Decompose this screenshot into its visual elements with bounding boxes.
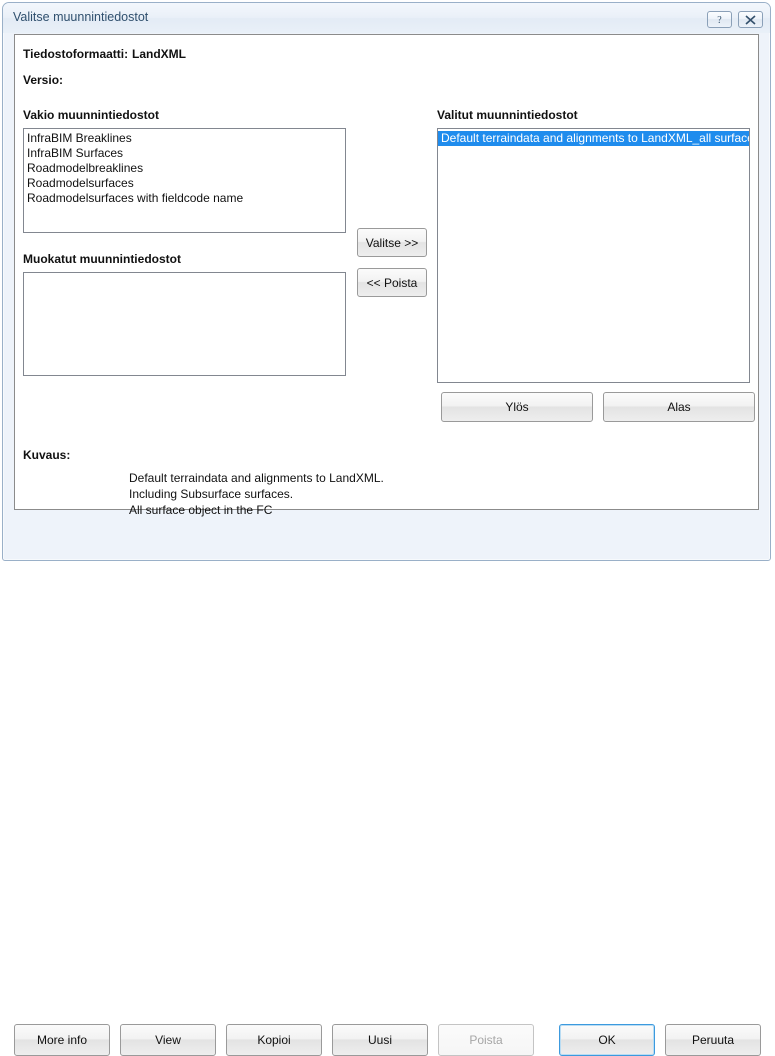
move-down-button[interactable]: Alas — [603, 392, 755, 422]
close-x-icon — [744, 14, 757, 25]
help-button[interactable]: ? — [707, 11, 732, 28]
window-title: Valitse muunnintiedostot — [13, 10, 149, 24]
cancel-button[interactable]: Peruuta — [665, 1024, 761, 1056]
version-label: Versio: — [23, 73, 64, 87]
dialog-window: Valitse muunnintiedostot ? Tiedostoforma… — [2, 2, 771, 1056]
move-up-button[interactable]: Ylös — [441, 392, 593, 422]
selected-files-label: Valitut muunnintiedostot — [437, 108, 578, 122]
remove-from-selection-label: << Poista — [366, 275, 418, 290]
more-info-button[interactable]: More info — [14, 1024, 110, 1056]
file-format-label: Tiedostoformaatti: — [23, 47, 129, 61]
copy-button[interactable]: Kopioi — [226, 1024, 322, 1056]
delete-button: Poista — [438, 1024, 534, 1056]
edited-files-listbox[interactable] — [23, 272, 346, 376]
selected-files-listbox[interactable]: Default terraindata and alignments to La… — [437, 128, 750, 383]
edited-files-label: Muokatut muunnintiedostot — [23, 252, 181, 266]
content-panel: Tiedostoformaatti: LandXML Versio: Vakio… — [14, 34, 759, 517]
file-format-value: LandXML — [132, 47, 186, 61]
ok-label: OK — [598, 1033, 616, 1047]
description-label: Kuvaus: — [23, 448, 71, 462]
question-mark-icon: ? — [715, 14, 724, 25]
view-button[interactable]: View — [120, 1024, 216, 1056]
add-to-selection-label: Valitse >> — [365, 235, 419, 250]
list-item[interactable]: InfraBIM Surfaces — [24, 146, 345, 161]
edited-files-list — [24, 273, 345, 275]
svg-text:?: ? — [717, 15, 722, 25]
standard-files-list: InfraBIM Breaklines InfraBIM Surfaces Ro… — [24, 129, 345, 206]
remove-from-selection-button[interactable]: << Poista — [357, 268, 427, 297]
list-item[interactable]: InfraBIM Breaklines — [24, 131, 345, 146]
title-bar: Valitse muunnintiedostot ? — [3, 3, 770, 33]
list-item[interactable]: Roadmodelbreaklines — [24, 161, 345, 176]
new-label: Uusi — [367, 1033, 392, 1047]
list-item[interactable]: Roadmodelsurfaces with fieldcode name — [24, 191, 345, 206]
add-to-selection-button[interactable]: Valitse >> — [357, 228, 427, 257]
footer-bar: More info View Kopioi Uusi Poista OK Per… — [3, 510, 770, 1056]
ok-button[interactable]: OK — [559, 1024, 655, 1056]
delete-label: Poista — [469, 1033, 503, 1047]
move-down-label: Alas — [667, 400, 691, 414]
list-item[interactable]: Roadmodelsurfaces — [24, 176, 345, 191]
more-info-label: More info — [36, 1033, 88, 1047]
copy-label: Kopioi — [257, 1033, 291, 1047]
selected-files-list: Default terraindata and alignments to La… — [438, 129, 749, 146]
list-item-selected[interactable]: Default terraindata and alignments to La… — [438, 131, 749, 146]
close-button[interactable] — [738, 11, 763, 28]
standard-files-listbox[interactable]: InfraBIM Breaklines InfraBIM Surfaces Ro… — [23, 128, 346, 233]
cancel-label: Peruuta — [691, 1033, 735, 1047]
new-button[interactable]: Uusi — [332, 1024, 428, 1056]
move-up-label: Ylös — [505, 400, 529, 414]
view-label: View — [155, 1033, 181, 1047]
standard-files-label: Vakio muunnintiedostot — [23, 108, 160, 122]
